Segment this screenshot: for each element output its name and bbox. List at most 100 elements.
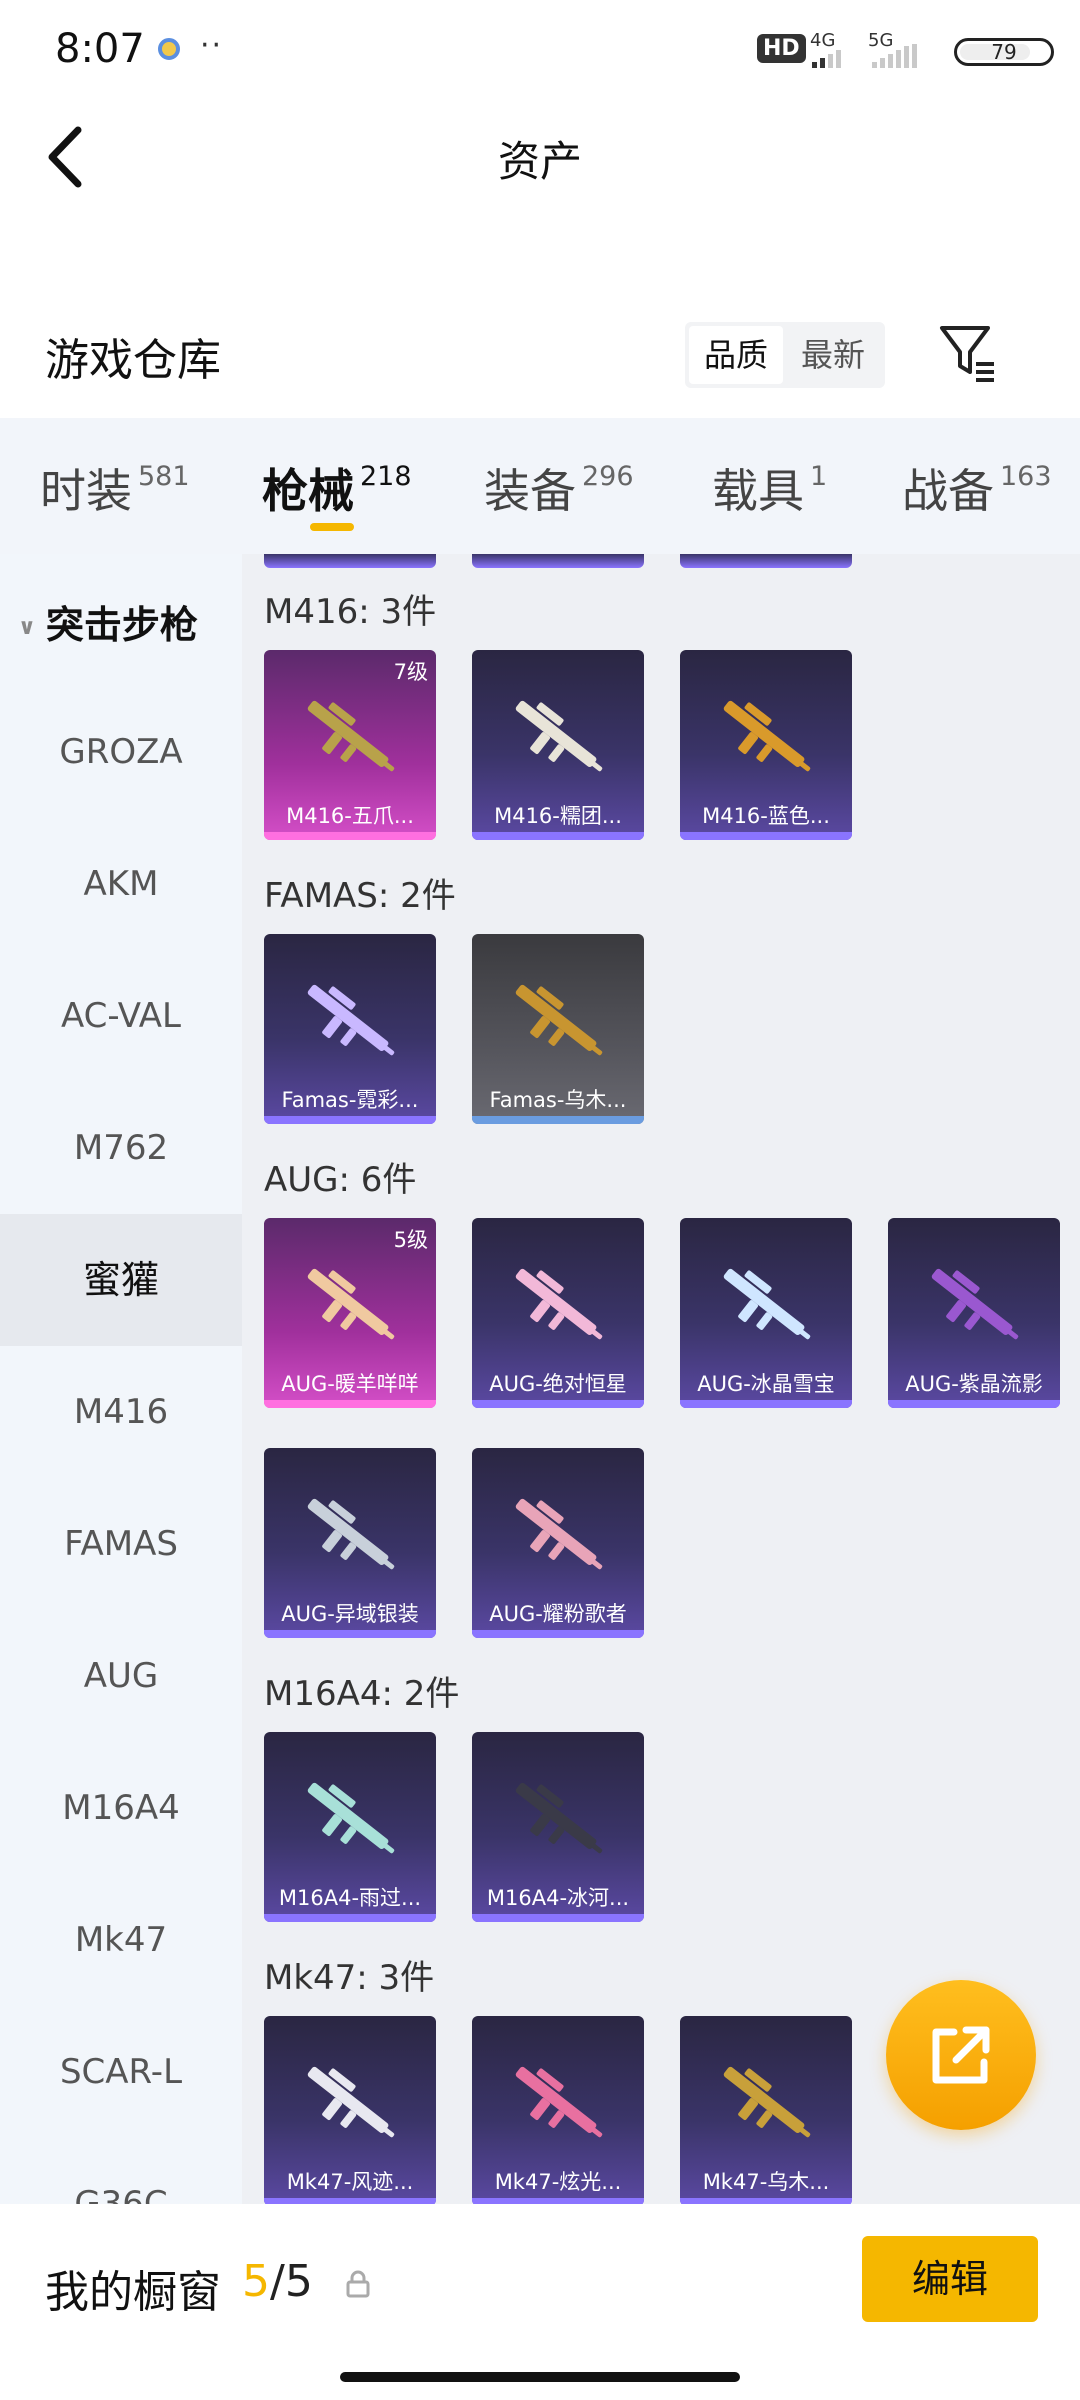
weapon-grid: M416: 3件 7级 M416-五爪... M416-糯团... M416-蓝色...… [242, 554, 1080, 2204]
rarity-strip [264, 1630, 436, 1638]
rifle-icon [515, 2066, 603, 2138]
rifle-icon [515, 1268, 603, 1340]
home-indicator [340, 2372, 740, 2382]
chevron-down-icon: ∨ [18, 615, 36, 640]
group-label: M16A4: 2件 [264, 1674, 460, 1714]
section-title: 游戏仓库 [45, 335, 221, 386]
weapon-card[interactable]: Mk47-乌木... [680, 2016, 852, 2204]
weapon-name: M416-糯团... [494, 804, 622, 828]
showcase-count-current: 5 [242, 2256, 270, 2307]
weapon-card[interactable]: M416-糯团... [472, 650, 644, 840]
weapon-name: Mk47-乌木... [702, 2170, 830, 2194]
weapon-name: M16A4-冰河... [486, 1886, 630, 1910]
showcase-count-sep: / [270, 2256, 285, 2307]
status-time: 8:07 [55, 26, 145, 72]
sidebar-item-aug[interactable]: AUG [0, 1610, 242, 1742]
tab-equipment[interactable]: 装备 296 [484, 455, 634, 521]
filter-icon[interactable] [938, 322, 998, 384]
group-label: Mk47: 3件 [264, 1958, 435, 1998]
group-label: M416: 3件 [264, 592, 437, 632]
back-arrow-icon[interactable] [40, 122, 100, 192]
weapon-card[interactable]: 7级 M416-五爪... [264, 650, 436, 840]
hd-voice-icon: HD [757, 34, 806, 63]
weapon-card[interactable]: Famas-霓彩... [264, 934, 436, 1124]
weapon-name: Mk47-炫光... [494, 2170, 622, 2194]
rifle-icon [307, 2066, 395, 2138]
weapon-card[interactable]: M16A4-冰河... [472, 1732, 644, 1922]
weapon-name: Famas-霓彩... [281, 1088, 419, 1112]
tab-weapons[interactable]: 枪械 218 [262, 455, 412, 521]
tab-label: 时装 [40, 464, 132, 518]
rarity-strip [472, 832, 644, 840]
rifle-icon [307, 1498, 395, 1570]
sidebar-item-groza[interactable]: GROZA [0, 686, 242, 818]
sidebar-item-famas[interactable]: FAMAS [0, 1478, 242, 1610]
weapon-card[interactable]: 5级 AUG-暖羊咩咩 [264, 1218, 436, 1408]
sort-quality-button[interactable]: 品质 [689, 326, 783, 384]
showcase-label: 我的橱窗 [45, 2267, 221, 2318]
weapon-level: 5级 [393, 1228, 428, 1252]
edit-button[interactable]: 编辑 [862, 2236, 1038, 2322]
weapon-card[interactable]: AUG-异域银装 [264, 1448, 436, 1638]
rifle-icon [515, 1498, 603, 1570]
sidebar-item-m416[interactable]: M416 [0, 1346, 242, 1478]
status-bar: 8:07 ·· HD 4G 5G 79 [0, 0, 1080, 100]
weapon-card[interactable]: AUG-绝对恒星 [472, 1218, 644, 1408]
weapon-name: Mk47-风迹... [286, 2170, 414, 2194]
weapon-card[interactable]: AUG-冰晶雪宝 [680, 1218, 852, 1408]
rifle-icon [307, 984, 395, 1056]
weapon-card[interactable]: AUG-紫晶流影 [888, 1218, 1060, 1408]
showcase-count: 5/5 [242, 2256, 313, 2307]
tab-label: 枪械 [262, 464, 354, 518]
tab-count: 581 [138, 461, 190, 492]
weapon-name: Famas-乌木... [489, 1088, 627, 1112]
weapon-name: M16A4-雨过... [278, 1886, 422, 1910]
rifle-icon [307, 700, 395, 772]
rifle-icon [723, 700, 811, 772]
weapon-card[interactable]: AUG-耀粉歌者 [472, 1448, 644, 1638]
tab-vehicles[interactable]: 载具 1 [712, 455, 827, 521]
weapon-name: AUG-耀粉歌者 [489, 1602, 627, 1626]
sidebar-item-g36c[interactable]: G36C [0, 2138, 242, 2204]
sidebar-item-scar-l[interactable]: SCAR-L [0, 2006, 242, 2138]
weapon-card[interactable]: M416-蓝色... [680, 650, 852, 840]
signal-4g-icon [812, 48, 841, 68]
tab-supplies[interactable]: 战备 163 [902, 455, 1052, 521]
weapon-name: AUG-冰晶雪宝 [697, 1372, 835, 1396]
sidebar-category[interactable]: ∨ 突击步枪 [18, 594, 198, 649]
rarity-strip [472, 1914, 644, 1922]
tab-count: 163 [1000, 461, 1052, 492]
sidebar-item-mk47[interactable]: Mk47 [0, 1874, 242, 2006]
weapon-card[interactable]: Famas-乌木... [472, 934, 644, 1124]
weapon-name: AUG-暖羊咩咩 [281, 1372, 419, 1396]
rifle-icon [307, 1268, 395, 1340]
weapon-name: M416-蓝色... [702, 804, 830, 828]
sidebar-item-m16a4[interactable]: M16A4 [0, 1742, 242, 1874]
weapon-card[interactable]: Mk47-风迹... [264, 2016, 436, 2204]
sidebar-item-m762[interactable]: M762 [0, 1082, 242, 1214]
tab-count: 218 [360, 461, 412, 492]
active-tab-indicator [310, 523, 354, 531]
rifle-icon [723, 2066, 811, 2138]
tab-label: 战备 [902, 464, 994, 518]
rifle-icon [515, 700, 603, 772]
page-title: 资产 [497, 137, 582, 186]
sidebar-item-akm[interactable]: AKM [0, 818, 242, 950]
weapon-card[interactable]: Mk47-炫光... [472, 2016, 644, 2204]
card-stub [680, 554, 852, 568]
weapon-name: AUG-绝对恒星 [489, 1372, 627, 1396]
tab-count: 1 [810, 461, 828, 492]
app-notification-icon [158, 38, 180, 60]
weapon-card[interactable]: M16A4-雨过... [264, 1732, 436, 1922]
sort-newest-button[interactable]: 最新 [785, 326, 881, 384]
status-dots: ·· [200, 28, 224, 63]
sidebar-item-ac-val[interactable]: AC-VAL [0, 950, 242, 1082]
rifle-icon [931, 1268, 1019, 1340]
sidebar-item-honey-badger[interactable]: 蜜獾 [0, 1214, 242, 1346]
weapon-type-sidebar: ∨ 突击步枪 GROZA AKM AC-VAL M762 蜜獾 M416 FAMA… [0, 554, 242, 2204]
sidebar-category-label: 突击步枪 [45, 603, 198, 647]
tab-fashion[interactable]: 时装 581 [40, 455, 190, 521]
share-fab-button[interactable] [886, 1980, 1036, 2130]
rarity-strip [888, 1400, 1060, 1408]
group-label: FAMAS: 2件 [264, 876, 456, 916]
